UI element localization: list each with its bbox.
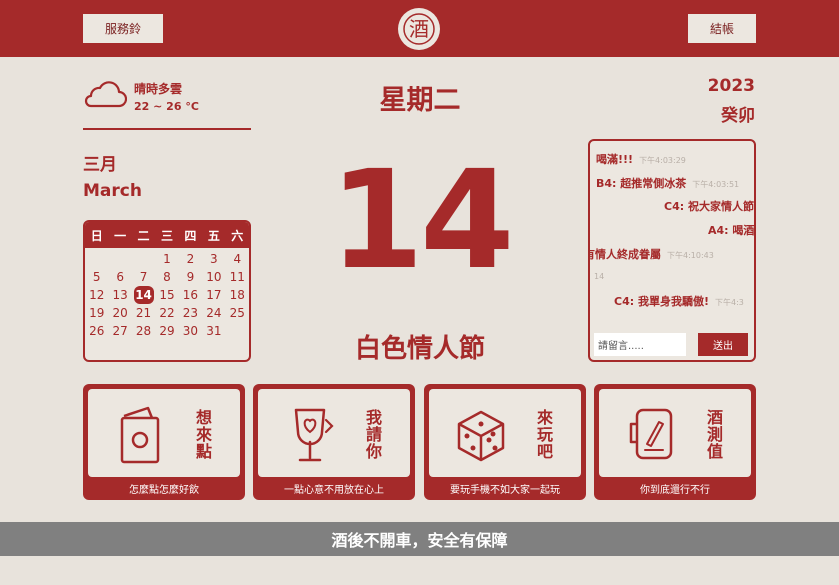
calendar-day[interactable]: 15 xyxy=(155,286,178,304)
cloud-icon xyxy=(84,81,127,108)
calendar-day[interactable]: 19 xyxy=(85,304,108,322)
chat-timestamp: 14 xyxy=(594,272,605,281)
calendar-day[interactable]: 16 xyxy=(179,286,202,304)
calendar-day[interactable]: 12 xyxy=(85,286,108,304)
calendar-days: 1 2 3 4 5 6 7 8 9 10 11 12 13 14 15 16 17 18 19 20 21 22 23 24 2… xyxy=(85,248,249,340)
weekday: 星期二 xyxy=(379,85,461,116)
calendar-day[interactable]: 22 xyxy=(155,304,178,322)
chat-message: 有情人終成眷屬 下午4:10:43 xyxy=(588,248,714,261)
card-title: 來玩吧 xyxy=(536,408,553,461)
calendar-day[interactable]: 2 xyxy=(179,250,202,268)
breathalyzer-card[interactable]: 酒測值 你到底還行不行 xyxy=(594,384,756,500)
order-card[interactable]: 想來點 怎麼點怎麼好飲 xyxy=(83,384,245,500)
logo-icon: 酒 xyxy=(403,13,435,45)
calendar-weekday: 一 xyxy=(114,228,127,243)
ganzhi-year: 癸卯 xyxy=(721,106,755,126)
calendar-day[interactable]: 18 xyxy=(226,286,249,304)
card-body: 來玩吧 xyxy=(429,389,581,477)
calendar-day[interactable]: 11 xyxy=(226,268,249,286)
calendar-weekday-header: 日一二三四五六 xyxy=(85,222,249,248)
top-bar: 服務鈴 酒 結帳 xyxy=(0,0,839,57)
card-body: 想來點 xyxy=(88,389,240,477)
card-title: 我請你 xyxy=(365,408,382,461)
logo: 酒 xyxy=(398,8,440,50)
calendar-day[interactable]: 1 xyxy=(155,250,178,268)
calendar-day[interactable]: 7 xyxy=(132,268,155,286)
card-body: 酒測值 xyxy=(599,389,751,477)
calendar-day[interactable]: 25 xyxy=(226,304,249,322)
send-button[interactable]: 送出 xyxy=(698,333,748,356)
calendar-day[interactable]: 4 xyxy=(226,250,249,268)
calendar-day[interactable]: 14 xyxy=(133,286,154,304)
year: 2023 xyxy=(707,76,755,96)
dice-icon xyxy=(457,410,505,462)
month-english: March xyxy=(83,181,142,201)
calendar-day[interactable]: 28 xyxy=(132,322,155,340)
calendar-weekday: 日 xyxy=(90,228,103,243)
card-title: 想來點 xyxy=(195,408,212,461)
calendar-day[interactable]: 10 xyxy=(202,268,225,286)
calendar-weekday: 三 xyxy=(160,228,173,243)
calendar-weekday: 四 xyxy=(184,228,197,243)
chat-message: 喝滿!!! 下午4:03:29 xyxy=(596,153,686,166)
calendar-blank xyxy=(108,250,131,268)
divider xyxy=(83,128,251,130)
calendar-day[interactable]: 23 xyxy=(179,304,202,322)
chat-message: C4: 祝大家情人節 xyxy=(664,200,754,213)
calendar-day[interactable]: 20 xyxy=(108,304,131,322)
weather-description: 晴時多雲 xyxy=(134,82,183,96)
calendar-day[interactable]: 31 xyxy=(202,322,225,340)
calendar-day[interactable]: 5 xyxy=(85,268,108,286)
chat-input[interactable]: 請留言..... xyxy=(594,333,686,356)
chat-message: B4: 超推常側冰茶 下午4:03:51 xyxy=(596,177,740,190)
card-caption: 要玩手機不如大家一起玩 xyxy=(450,485,560,496)
calendar-weekday: 五 xyxy=(207,228,220,243)
card-title: 酒測值 xyxy=(706,408,723,461)
calendar-day[interactable]: 24 xyxy=(202,304,225,322)
card-caption: 一點心意不用放在心上 xyxy=(284,485,384,496)
calendar-day[interactable]: 9 xyxy=(179,268,202,286)
checkout-button[interactable]: 結帳 xyxy=(688,14,756,43)
calendar-day[interactable]: 17 xyxy=(202,286,225,304)
card-body: 我請你 xyxy=(258,389,410,477)
mini-calendar: 日一二三四五六 1 2 3 4 5 6 7 8 9 10 11 12 13 14 15 16 17 18 19 20 2… xyxy=(83,220,251,362)
calendar-blank xyxy=(85,250,108,268)
weather-temperature: 22 ~ 26 °C xyxy=(134,100,199,113)
calendar-day[interactable]: 8 xyxy=(155,268,178,286)
treat-card[interactable]: 我請你 一點心意不用放在心上 xyxy=(253,384,415,500)
service-bell-button[interactable]: 服務鈴 xyxy=(83,14,163,43)
calendar-weekday: 二 xyxy=(137,228,150,243)
breathalyzer-icon xyxy=(629,408,673,460)
calendar-day[interactable]: 6 xyxy=(108,268,131,286)
holiday-name: 白色情人節 xyxy=(354,334,485,364)
footer-banner: 酒後不開車，安全有保障 xyxy=(0,522,839,556)
card-caption: 怎麼點怎麼好飲 xyxy=(129,485,199,496)
calendar-day[interactable]: 27 xyxy=(108,322,131,340)
chat-message: A4: 喝酒 xyxy=(708,224,755,237)
calendar-day[interactable]: 26 xyxy=(85,322,108,340)
wine-glass-heart-icon xyxy=(294,408,334,462)
calendar-weekday: 六 xyxy=(231,228,244,243)
svg-text:酒: 酒 xyxy=(409,17,429,41)
game-card[interactable]: 來玩吧 要玩手機不如大家一起玩 xyxy=(424,384,586,500)
calendar-day[interactable]: 29 xyxy=(155,322,178,340)
chat-panel: 喝滿!!! 下午4:03:29 B4: 超推常側冰茶 下午4:03:51 C4: 祝… xyxy=(588,139,756,362)
calendar-day[interactable]: 13 xyxy=(108,286,131,304)
calendar-day[interactable]: 30 xyxy=(179,322,202,340)
calendar-day[interactable]: 3 xyxy=(202,250,225,268)
calendar-day[interactable]: 21 xyxy=(132,304,155,322)
month-chinese: 三月 xyxy=(83,155,117,175)
card-caption: 你到底還行不行 xyxy=(640,485,710,496)
day-number: 14 xyxy=(329,142,514,300)
chat-message: C4: 我單身我驕傲! 下午4:3 xyxy=(614,295,744,308)
calendar-blank xyxy=(132,250,155,268)
menu-book-icon xyxy=(120,406,160,464)
